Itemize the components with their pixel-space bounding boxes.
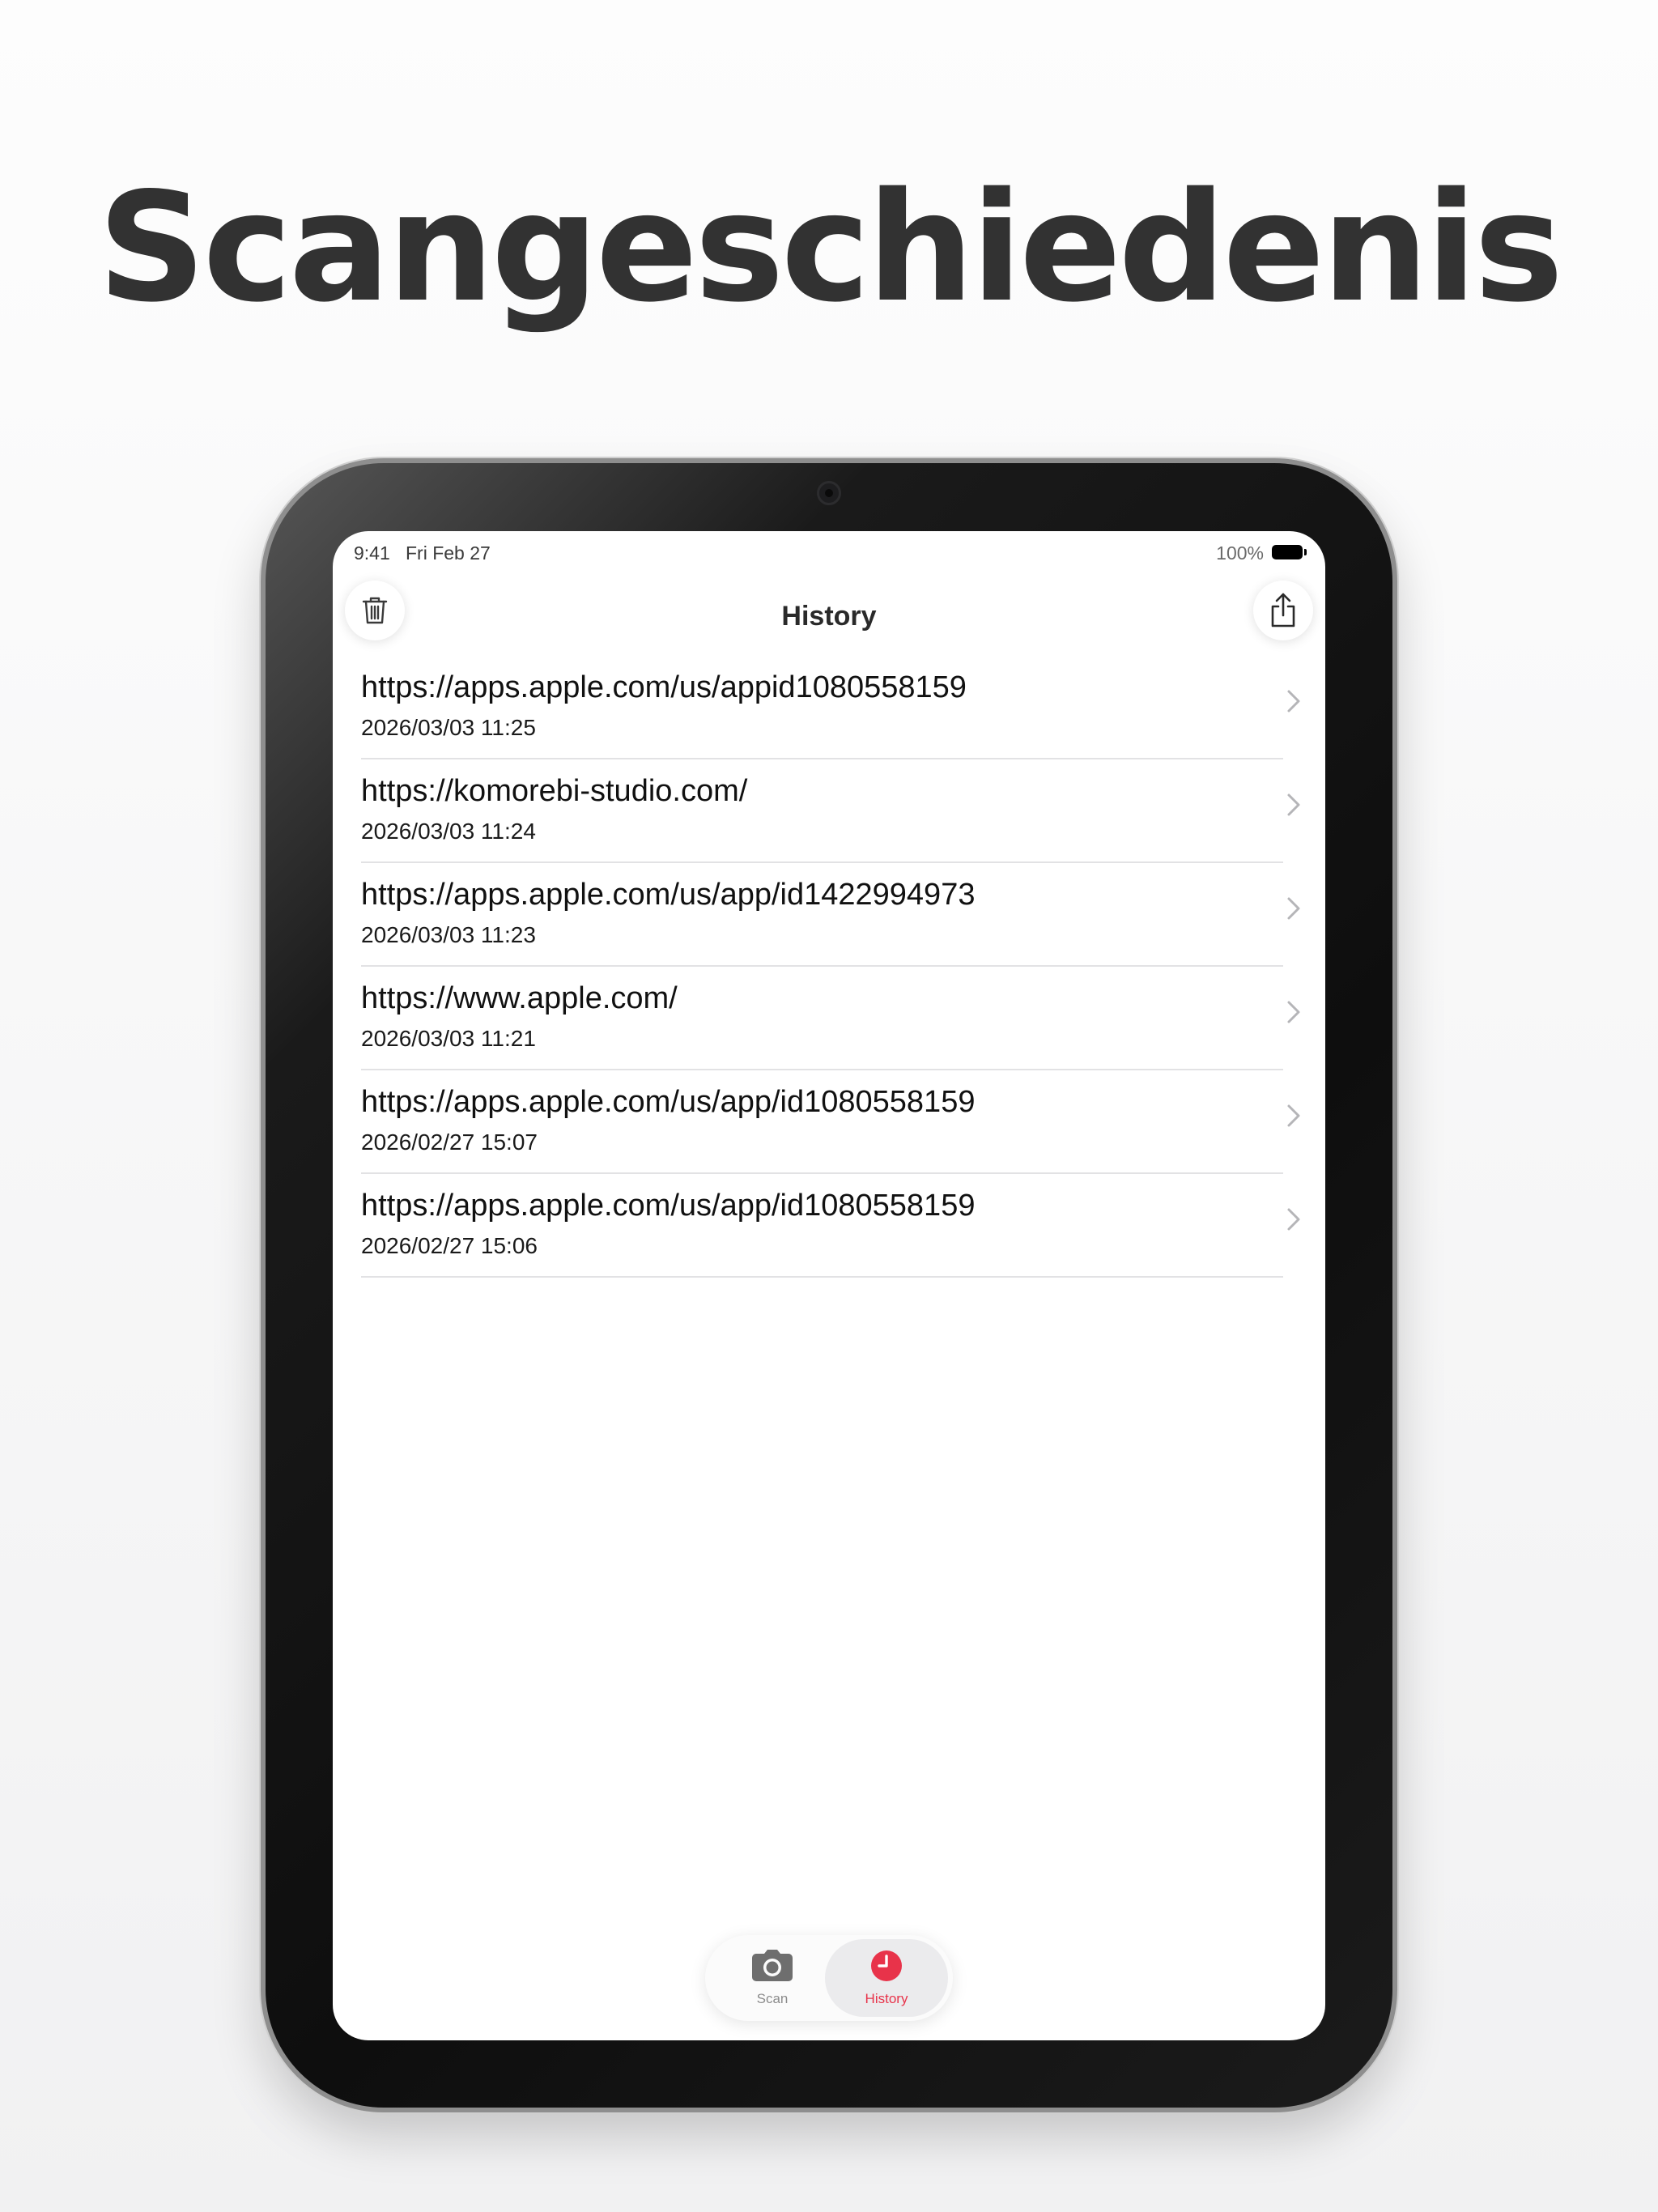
history-url: https://apps.apple.com/us/app/id14229949… bbox=[361, 878, 976, 912]
status-date: Fri Feb 27 bbox=[406, 542, 491, 564]
camera-icon bbox=[752, 1950, 793, 1981]
battery-percentage: 100% bbox=[1216, 542, 1264, 564]
history-row[interactable]: https://komorebi-studio.com/ 2026/03/03 … bbox=[333, 759, 1325, 863]
history-url: https://www.apple.com/ bbox=[361, 981, 678, 1015]
front-camera bbox=[817, 481, 841, 505]
history-url: https://apps.apple.com/us/app/id10805581… bbox=[361, 1189, 976, 1223]
history-date: 2026/03/03 11:24 bbox=[361, 819, 536, 844]
history-date: 2026/03/03 11:21 bbox=[361, 1026, 536, 1051]
navigation-bar: History bbox=[333, 576, 1325, 657]
chevron-right-icon bbox=[1287, 1208, 1300, 1231]
ipad-frame: 9:41 Fri Feb 27 100% History https://app… bbox=[261, 458, 1397, 2112]
history-url: https://apps.apple.com/us/appid108055815… bbox=[361, 670, 967, 704]
tab-label: History bbox=[865, 1991, 908, 2006]
chevron-right-icon bbox=[1287, 1104, 1300, 1127]
row-divider bbox=[361, 1276, 1283, 1278]
marketing-headline: Scangeschiedenis bbox=[97, 160, 1564, 335]
tab-history[interactable]: History bbox=[825, 1939, 948, 2017]
status-bar: 9:41 Fri Feb 27 100% bbox=[333, 531, 1325, 576]
history-url: https://komorebi-studio.com/ bbox=[361, 774, 748, 808]
history-url: https://apps.apple.com/us/app/id10805581… bbox=[361, 1085, 976, 1119]
history-date: 2026/02/27 15:06 bbox=[361, 1233, 538, 1258]
history-date: 2026/03/03 11:23 bbox=[361, 922, 536, 947]
status-time: 9:41 bbox=[354, 542, 390, 564]
chevron-right-icon bbox=[1287, 690, 1300, 713]
clock-icon bbox=[871, 1950, 902, 1981]
tab-label: Scan bbox=[756, 1991, 789, 2006]
history-row[interactable]: https://www.apple.com/ 2026/03/03 11:21 bbox=[333, 967, 1325, 1070]
history-row[interactable]: https://apps.apple.com/us/app/id14229949… bbox=[333, 863, 1325, 967]
tab-bar: Scan History bbox=[705, 1935, 953, 2021]
app-screen: 9:41 Fri Feb 27 100% History https://app… bbox=[333, 531, 1325, 2040]
share-icon bbox=[1271, 593, 1295, 627]
history-list: https://apps.apple.com/us/appid108055815… bbox=[333, 656, 1325, 1278]
share-button[interactable] bbox=[1253, 581, 1313, 640]
battery-icon bbox=[1272, 545, 1307, 559]
chevron-right-icon bbox=[1287, 1001, 1300, 1023]
tab-scan[interactable]: Scan bbox=[712, 1939, 833, 2017]
history-date: 2026/02/27 15:07 bbox=[361, 1129, 538, 1155]
history-row[interactable]: https://apps.apple.com/us/appid108055815… bbox=[333, 656, 1325, 759]
history-date: 2026/03/03 11:25 bbox=[361, 715, 536, 740]
history-row[interactable]: https://apps.apple.com/us/app/id10805581… bbox=[333, 1070, 1325, 1174]
chevron-right-icon bbox=[1287, 793, 1300, 816]
history-row[interactable]: https://apps.apple.com/us/app/id10805581… bbox=[333, 1174, 1325, 1278]
page-title: History bbox=[781, 601, 877, 632]
chevron-right-icon bbox=[1287, 897, 1300, 920]
